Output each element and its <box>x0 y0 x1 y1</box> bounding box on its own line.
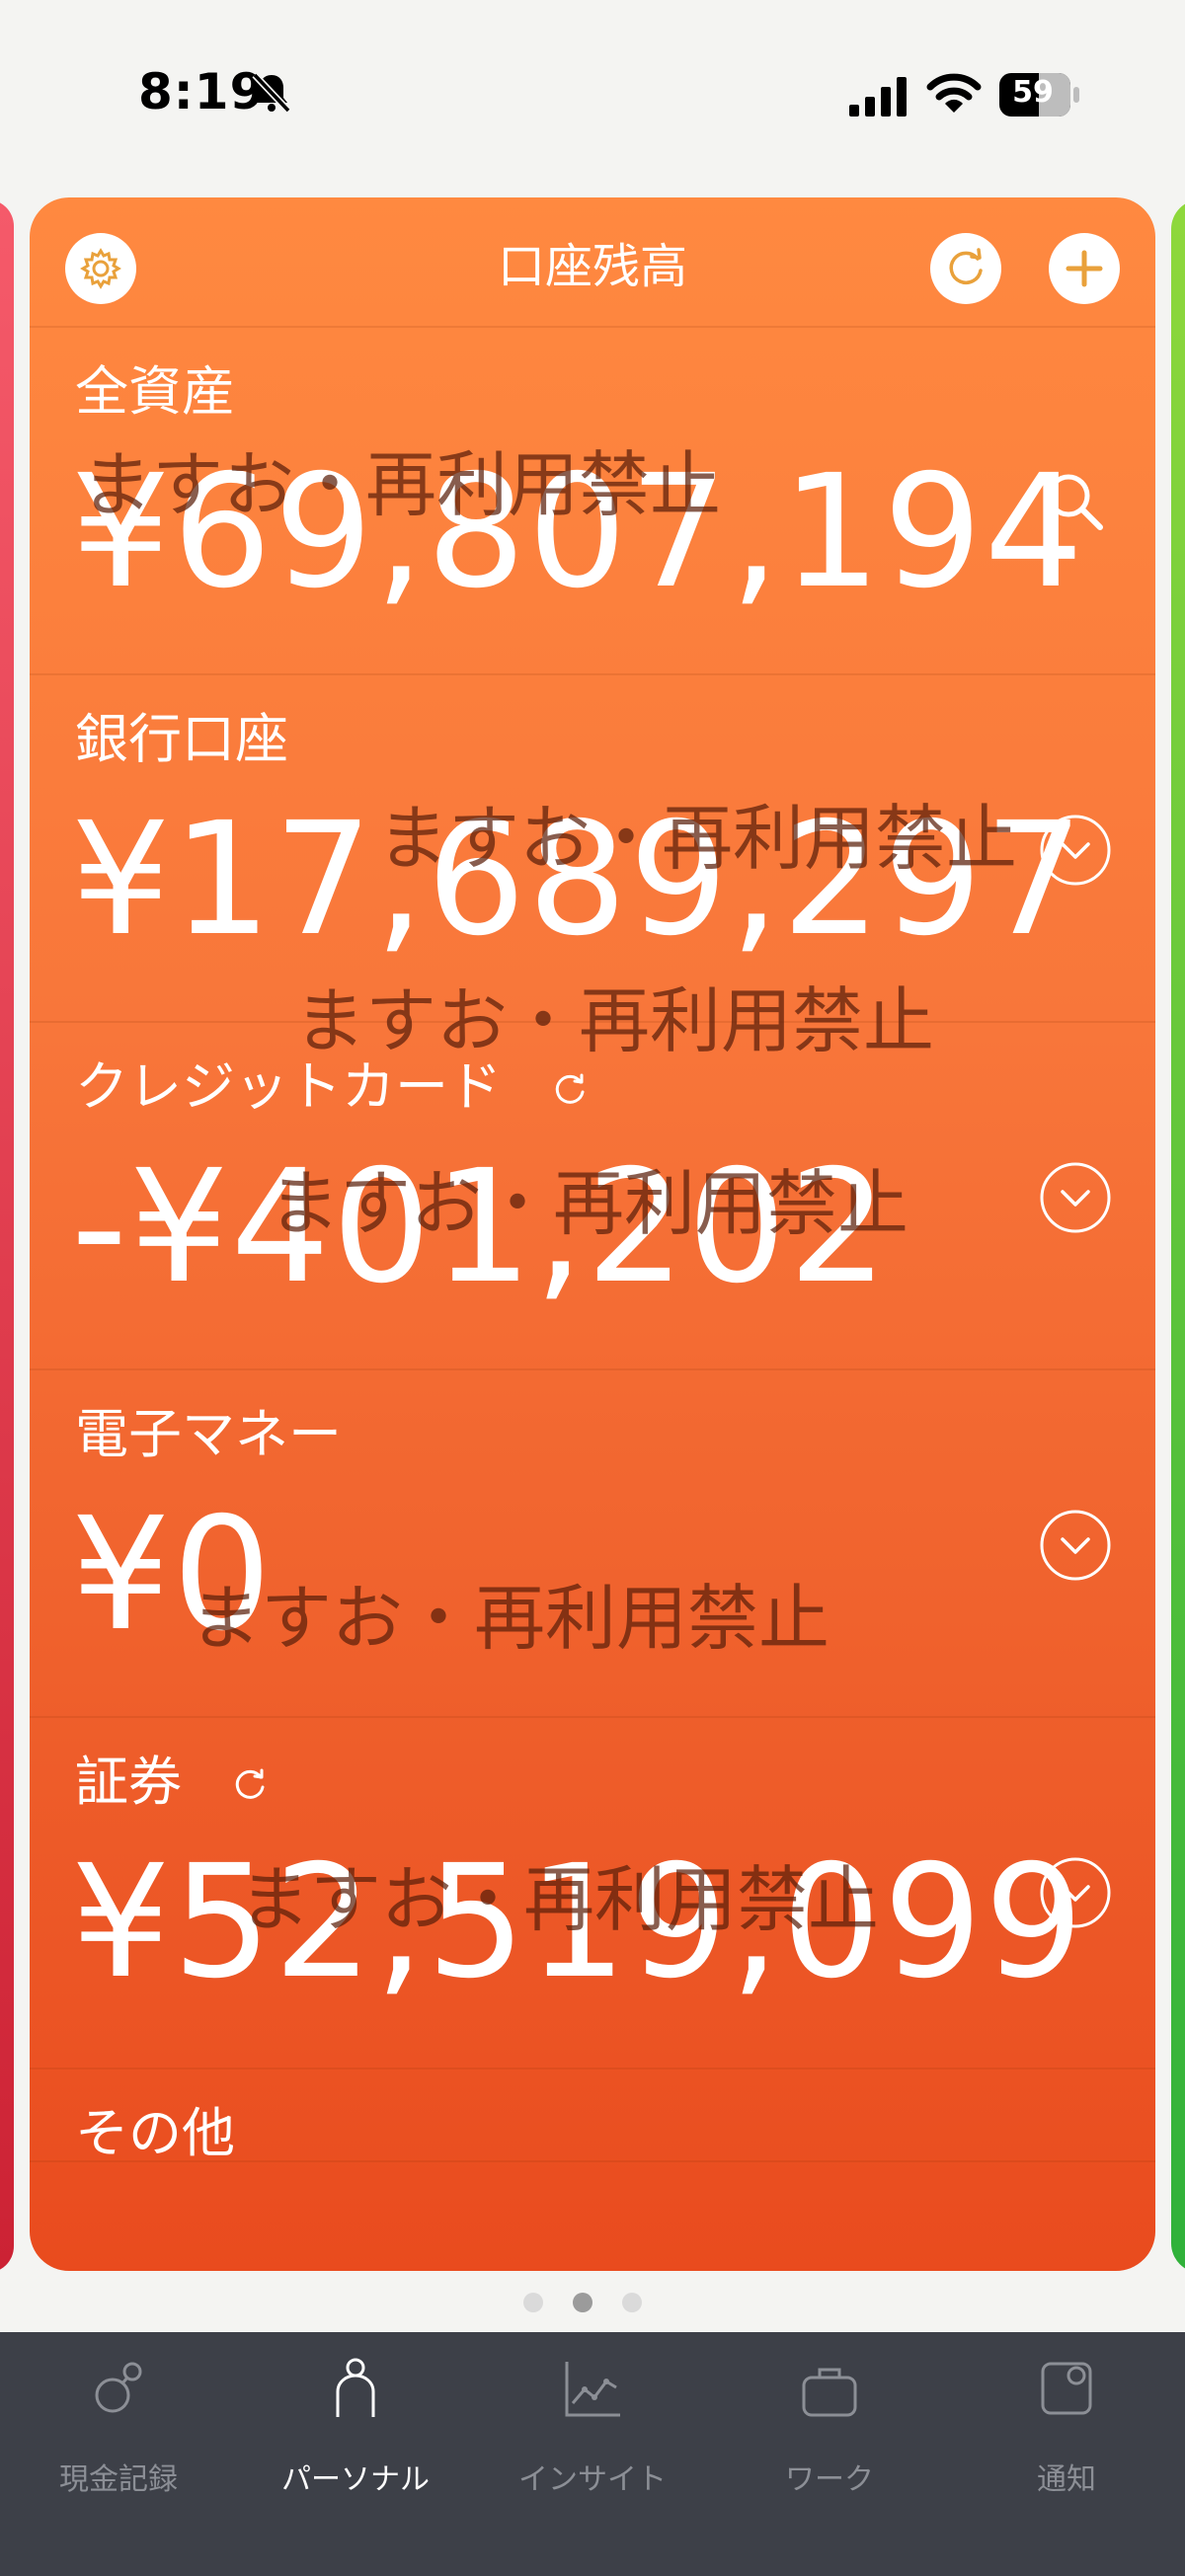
sync-icon <box>235 1768 265 1800</box>
status-bar: 8:19 59 <box>0 0 1185 188</box>
notification-icon <box>1041 2362 1092 2415</box>
next-card-edge[interactable] <box>1171 199 1185 2273</box>
refresh-icon <box>949 248 983 285</box>
status-time: 8:19 <box>138 63 266 120</box>
briefcase-icon <box>802 2368 857 2417</box>
wifi-icon <box>926 73 982 113</box>
tab-cash-record[interactable]: 現金記録 <box>0 2352 237 2500</box>
tab-label: 現金記録 <box>59 2462 178 2497</box>
chevron-down-icon[interactable] <box>1039 1509 1112 1582</box>
previous-card-edge[interactable] <box>0 199 14 2273</box>
section-other[interactable]: その他 <box>30 2068 1155 2271</box>
tab-personal[interactable]: パーソナル <box>237 2352 474 2500</box>
tab-work[interactable]: ワーク <box>711 2352 948 2500</box>
section-label-wrap: 証券 <box>75 1738 272 1816</box>
section-amount: ¥17,689,297 <box>71 789 1086 971</box>
section-total-assets[interactable]: 全資産 ¥69,807,194 <box>30 326 1155 675</box>
section-amount: ¥52,519,099 <box>71 1832 1086 2013</box>
section-e-money[interactable]: 電子マネー ¥0 <box>30 1368 1155 1718</box>
divider <box>30 2160 1155 2162</box>
section-label: 証券 <box>75 1751 182 1813</box>
chevron-down-icon[interactable] <box>1039 1856 1112 1929</box>
tab-bar: 現金記録 パーソナル インサイト ワーク 通知 <box>0 2332 1185 2576</box>
account-balance-card: 口座残高 全資産 ¥69,807,194 銀行口座 ¥17,689,297 クレ… <box>30 197 1155 2271</box>
tab-notifications[interactable]: 通知 <box>948 2352 1185 2500</box>
battery-level: 59 <box>1012 75 1054 110</box>
section-label: 銀行口座 <box>75 708 288 770</box>
tab-label: インサイト <box>518 2462 667 2497</box>
page-indicator[interactable] <box>523 2293 662 2312</box>
refresh-button[interactable] <box>930 233 1001 304</box>
page-dot[interactable] <box>622 2293 642 2312</box>
tab-label: ワーク <box>785 2462 874 2497</box>
chevron-down-icon[interactable] <box>1039 1161 1112 1234</box>
tab-label: パーソナル <box>281 2462 430 2497</box>
tab-label: 通知 <box>1037 2462 1096 2497</box>
page-dot[interactable] <box>523 2293 543 2312</box>
plus-icon <box>1066 250 1103 287</box>
tab-insight[interactable]: インサイト <box>474 2352 711 2500</box>
chart-icon <box>565 2362 620 2417</box>
sync-icon <box>555 1073 585 1105</box>
search-icon[interactable] <box>1039 466 1110 537</box>
section-label: その他 <box>75 2102 235 2164</box>
page-dot-active[interactable] <box>573 2293 592 2312</box>
bell-muted-icon <box>252 72 291 114</box>
chevron-down-icon[interactable] <box>1039 814 1112 887</box>
section-label: 電子マネー <box>75 1403 342 1465</box>
section-label-wrap: クレジットカード <box>75 1043 592 1121</box>
cash-record-icon <box>95 2362 142 2413</box>
add-account-button[interactable] <box>1049 233 1120 304</box>
section-securities[interactable]: 証券 ¥52,519,099 <box>30 1716 1155 2066</box>
section-label: 全資産 <box>75 360 235 423</box>
section-bank-accounts[interactable]: 銀行口座 ¥17,689,297 <box>30 673 1155 1023</box>
section-label: クレジットカード <box>75 1055 502 1118</box>
person-icon <box>336 2358 375 2417</box>
card-header: 口座残高 <box>30 197 1155 326</box>
cellular-signal-icon <box>849 77 907 117</box>
section-amount: ¥0 <box>71 1484 275 1666</box>
section-credit-cards[interactable]: クレジットカード -¥401,202 <box>30 1021 1155 1370</box>
section-amount: -¥401,202 <box>71 1136 890 1318</box>
section-amount: ¥69,807,194 <box>71 441 1086 623</box>
